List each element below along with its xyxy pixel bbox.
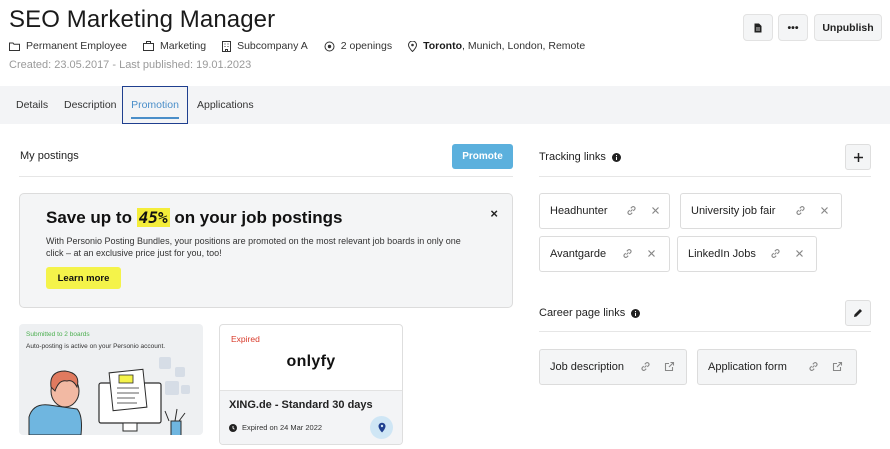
career-links-title: Career page links	[539, 307, 626, 319]
document-icon	[754, 23, 762, 32]
document-button[interactable]	[743, 14, 773, 41]
postings-divider	[19, 176, 513, 177]
meta-company: Subcompany A	[222, 40, 308, 52]
clock-icon	[229, 423, 237, 432]
location-pin-icon	[378, 422, 385, 433]
remove-icon[interactable]	[819, 205, 830, 216]
meta-department: Marketing	[142, 40, 206, 52]
location-pin-button[interactable]	[370, 416, 393, 439]
tracking-link-university-job-fair[interactable]: University job fair	[680, 193, 842, 229]
posting-card-footer: XING.de - Standard 30 days Expired on 24…	[220, 390, 402, 444]
link-icon[interactable]	[808, 361, 819, 372]
my-postings-title: My postings	[20, 150, 79, 162]
add-tracking-link-button[interactable]	[845, 144, 871, 170]
info-icon	[631, 308, 641, 318]
link-icon[interactable]	[622, 248, 633, 259]
banner-heading-end: on your job postings	[169, 208, 343, 227]
tracking-links-header: Tracking links	[539, 151, 621, 163]
close-banner-button[interactable]: ×	[490, 206, 498, 221]
link-icon[interactable]	[770, 248, 781, 259]
career-links-header: Career page links	[539, 307, 641, 319]
tracking-link-label: University job fair	[691, 205, 776, 217]
posting-card-xing[interactable]: Expired onlyfy XING.de - Standard 30 day…	[219, 324, 403, 445]
link-icon[interactable]	[626, 205, 637, 216]
tracking-link-headhunter[interactable]: Headhunter	[539, 193, 670, 229]
auto-posting-text: Auto-posting is active on your Personio …	[26, 343, 166, 350]
banner-heading-start: Save up to	[46, 208, 137, 227]
location-others: , Munich, London, Remote	[462, 40, 586, 52]
pencil-icon	[854, 309, 862, 317]
tracking-link-avantgarde[interactable]: Avantgarde	[539, 236, 670, 272]
person-at-computer-illustration	[28, 357, 190, 435]
banner-discount-highlight: 45%	[136, 208, 170, 227]
folder-icon	[9, 42, 20, 51]
unpublish-button[interactable]: Unpublish	[814, 14, 882, 41]
remove-icon[interactable]	[646, 248, 657, 259]
external-link-icon[interactable]	[832, 361, 843, 372]
target-icon	[324, 41, 335, 51]
career-link-application-form[interactable]: Application form	[697, 349, 857, 385]
link-icon[interactable]	[640, 361, 651, 372]
tab-details[interactable]: Details	[16, 86, 48, 124]
career-link-label: Application form	[708, 361, 787, 373]
auto-posting-card[interactable]: Submitted to 2 boards Auto-posting is ac…	[19, 324, 203, 435]
career-divider	[539, 331, 871, 332]
promote-button[interactable]: Promote	[452, 144, 513, 169]
tracking-divider	[539, 176, 871, 177]
posting-name: XING.de - Standard 30 days	[229, 399, 373, 411]
remove-icon[interactable]	[794, 248, 805, 259]
meta-locations: Toronto, Munich, London, Remote	[408, 40, 585, 52]
tracking-link-label: LinkedIn Jobs	[688, 248, 756, 260]
external-link-icon[interactable]	[664, 361, 675, 372]
career-link-label: Job description	[550, 361, 624, 373]
submitted-status: Submitted to 2 boards	[26, 331, 90, 338]
more-options-button[interactable]: •••	[778, 14, 808, 41]
banner-heading: Save up to 45% on your job postings	[46, 208, 342, 228]
info-icon	[611, 152, 621, 162]
expired-status: Expired	[231, 334, 260, 344]
tracking-link-label: Avantgarde	[550, 248, 607, 260]
tab-applications[interactable]: Applications	[197, 86, 254, 124]
link-icon[interactable]	[795, 205, 806, 216]
briefcase-icon	[142, 41, 154, 51]
tab-promotion[interactable]: Promotion	[122, 86, 188, 124]
tracking-link-linkedin-jobs[interactable]: LinkedIn Jobs	[677, 236, 817, 272]
meta-employment: Permanent Employee	[9, 40, 127, 52]
location-pin-icon	[408, 40, 418, 52]
tab-description[interactable]: Description	[64, 86, 117, 124]
tab-promotion-label: Promotion	[131, 99, 179, 111]
posting-expiry: Expired on 24 Mar 2022	[229, 423, 322, 432]
posting-expiry-date: Expired on 24 Mar 2022	[242, 423, 323, 432]
tab-active-underline	[131, 117, 179, 119]
page-title: SEO Marketing Manager	[9, 6, 276, 33]
building-icon	[222, 40, 232, 52]
created-published-dates: Created: 23.05.2017 - Last published: 19…	[9, 59, 252, 71]
career-link-job-description[interactable]: Job description	[539, 349, 687, 385]
learn-more-button[interactable]: Learn more	[46, 267, 121, 289]
posting-bundles-banner: Save up to 45% on your job postings With…	[19, 193, 513, 308]
job-board-logo: onlyfy	[286, 353, 336, 370]
banner-body: With Personio Posting Bundles, your posi…	[46, 236, 461, 258]
remove-icon[interactable]	[650, 205, 661, 216]
plus-icon	[853, 152, 863, 162]
job-header: SEO Marketing Manager Permanent Employee…	[0, 0, 890, 86]
tracking-link-label: Headhunter	[550, 205, 608, 217]
meta-openings: 2 openings	[324, 40, 392, 52]
tab-bar: Details Description Promotion Applicatio…	[0, 86, 890, 124]
location-primary: Toronto	[423, 40, 462, 52]
tracking-links-title: Tracking links	[539, 151, 606, 163]
job-meta: Permanent Employee Marketing Subcompany …	[9, 40, 601, 52]
edit-career-links-button[interactable]	[845, 300, 871, 326]
